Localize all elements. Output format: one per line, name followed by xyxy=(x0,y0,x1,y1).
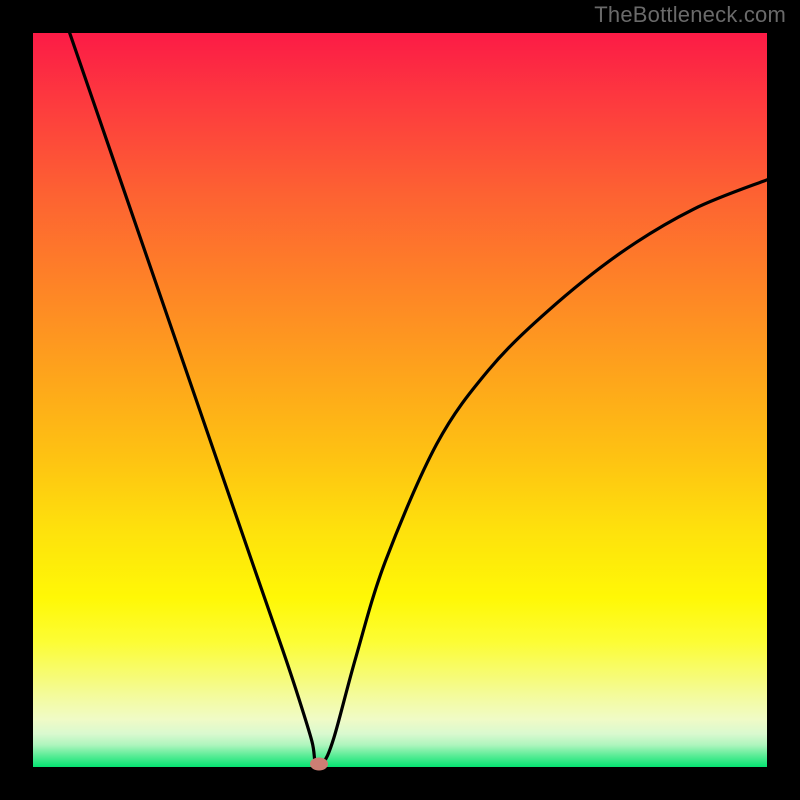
bottleneck-curve xyxy=(70,33,767,766)
plot-area xyxy=(33,33,767,767)
curve-svg xyxy=(33,33,767,767)
optimum-marker xyxy=(310,758,328,771)
chart-frame: TheBottleneck.com xyxy=(0,0,800,800)
watermark-text: TheBottleneck.com xyxy=(594,2,786,28)
